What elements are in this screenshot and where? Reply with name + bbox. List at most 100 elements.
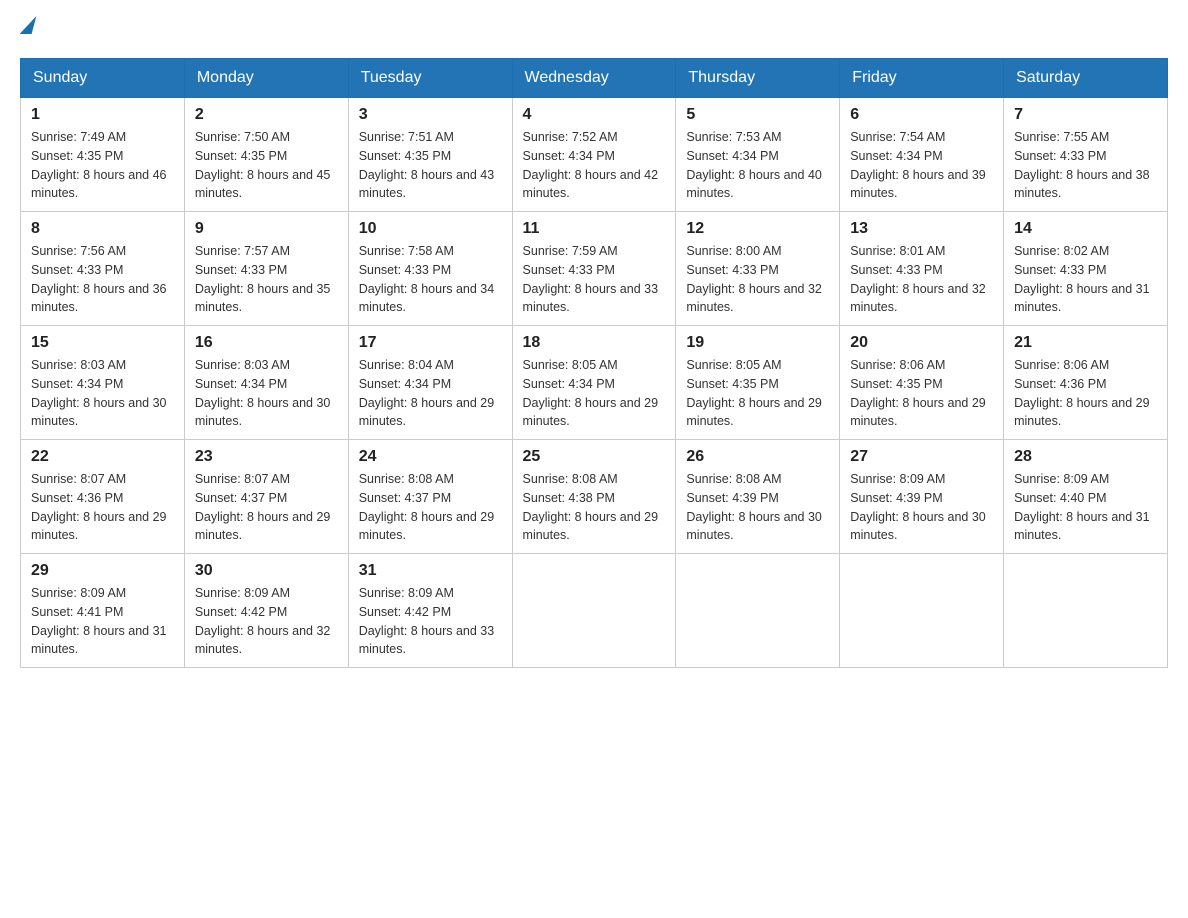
day-info: Sunrise: 8:01 AMSunset: 4:33 PMDaylight:… — [850, 244, 986, 314]
header-monday: Monday — [184, 59, 348, 98]
calendar-cell: 30 Sunrise: 8:09 AMSunset: 4:42 PMDaylig… — [184, 554, 348, 668]
calendar-cell: 16 Sunrise: 8:03 AMSunset: 4:34 PMDaylig… — [184, 326, 348, 440]
day-number: 30 — [195, 562, 338, 580]
page-header — [20, 20, 1168, 38]
calendar-cell: 4 Sunrise: 7:52 AMSunset: 4:34 PMDayligh… — [512, 98, 676, 212]
day-number: 9 — [195, 220, 338, 238]
day-info: Sunrise: 8:08 AMSunset: 4:37 PMDaylight:… — [359, 472, 495, 542]
day-info: Sunrise: 8:05 AMSunset: 4:35 PMDaylight:… — [686, 358, 822, 428]
calendar-cell — [840, 554, 1004, 668]
calendar-cell — [512, 554, 676, 668]
day-number: 28 — [1014, 448, 1157, 466]
calendar-cell: 8 Sunrise: 7:56 AMSunset: 4:33 PMDayligh… — [21, 212, 185, 326]
logo — [20, 20, 34, 38]
calendar-cell: 6 Sunrise: 7:54 AMSunset: 4:34 PMDayligh… — [840, 98, 1004, 212]
day-number: 23 — [195, 448, 338, 466]
calendar-week-5: 29 Sunrise: 8:09 AMSunset: 4:41 PMDaylig… — [21, 554, 1168, 668]
calendar-week-2: 8 Sunrise: 7:56 AMSunset: 4:33 PMDayligh… — [21, 212, 1168, 326]
calendar-cell: 2 Sunrise: 7:50 AMSunset: 4:35 PMDayligh… — [184, 98, 348, 212]
calendar-header-row: SundayMondayTuesdayWednesdayThursdayFrid… — [21, 59, 1168, 98]
day-number: 18 — [523, 334, 666, 352]
calendar-cell: 19 Sunrise: 8:05 AMSunset: 4:35 PMDaylig… — [676, 326, 840, 440]
calendar-cell: 14 Sunrise: 8:02 AMSunset: 4:33 PMDaylig… — [1004, 212, 1168, 326]
day-number: 7 — [1014, 106, 1157, 124]
calendar-cell: 31 Sunrise: 8:09 AMSunset: 4:42 PMDaylig… — [348, 554, 512, 668]
day-info: Sunrise: 8:09 AMSunset: 4:42 PMDaylight:… — [195, 586, 331, 656]
header-saturday: Saturday — [1004, 59, 1168, 98]
day-info: Sunrise: 7:55 AMSunset: 4:33 PMDaylight:… — [1014, 130, 1150, 200]
calendar-week-1: 1 Sunrise: 7:49 AMSunset: 4:35 PMDayligh… — [21, 98, 1168, 212]
day-info: Sunrise: 8:04 AMSunset: 4:34 PMDaylight:… — [359, 358, 495, 428]
day-number: 11 — [523, 220, 666, 238]
day-number: 20 — [850, 334, 993, 352]
calendar-cell: 23 Sunrise: 8:07 AMSunset: 4:37 PMDaylig… — [184, 440, 348, 554]
day-info: Sunrise: 8:08 AMSunset: 4:38 PMDaylight:… — [523, 472, 659, 542]
day-info: Sunrise: 8:06 AMSunset: 4:35 PMDaylight:… — [850, 358, 986, 428]
calendar-cell: 13 Sunrise: 8:01 AMSunset: 4:33 PMDaylig… — [840, 212, 1004, 326]
day-number: 6 — [850, 106, 993, 124]
calendar-cell: 9 Sunrise: 7:57 AMSunset: 4:33 PMDayligh… — [184, 212, 348, 326]
calendar-cell: 18 Sunrise: 8:05 AMSunset: 4:34 PMDaylig… — [512, 326, 676, 440]
calendar-cell: 21 Sunrise: 8:06 AMSunset: 4:36 PMDaylig… — [1004, 326, 1168, 440]
day-info: Sunrise: 7:53 AMSunset: 4:34 PMDaylight:… — [686, 130, 822, 200]
day-info: Sunrise: 8:07 AMSunset: 4:36 PMDaylight:… — [31, 472, 167, 542]
day-info: Sunrise: 8:08 AMSunset: 4:39 PMDaylight:… — [686, 472, 822, 542]
day-info: Sunrise: 7:54 AMSunset: 4:34 PMDaylight:… — [850, 130, 986, 200]
calendar-cell: 1 Sunrise: 7:49 AMSunset: 4:35 PMDayligh… — [21, 98, 185, 212]
day-info: Sunrise: 7:57 AMSunset: 4:33 PMDaylight:… — [195, 244, 331, 314]
calendar-cell: 27 Sunrise: 8:09 AMSunset: 4:39 PMDaylig… — [840, 440, 1004, 554]
day-info: Sunrise: 7:59 AMSunset: 4:33 PMDaylight:… — [523, 244, 659, 314]
day-number: 8 — [31, 220, 174, 238]
day-number: 15 — [31, 334, 174, 352]
day-info: Sunrise: 7:51 AMSunset: 4:35 PMDaylight:… — [359, 130, 495, 200]
day-info: Sunrise: 8:03 AMSunset: 4:34 PMDaylight:… — [195, 358, 331, 428]
day-info: Sunrise: 7:49 AMSunset: 4:35 PMDaylight:… — [31, 130, 167, 200]
day-number: 21 — [1014, 334, 1157, 352]
day-number: 19 — [686, 334, 829, 352]
day-number: 12 — [686, 220, 829, 238]
calendar-cell — [676, 554, 840, 668]
day-info: Sunrise: 8:03 AMSunset: 4:34 PMDaylight:… — [31, 358, 167, 428]
day-info: Sunrise: 7:58 AMSunset: 4:33 PMDaylight:… — [359, 244, 495, 314]
day-number: 2 — [195, 106, 338, 124]
day-info: Sunrise: 7:50 AMSunset: 4:35 PMDaylight:… — [195, 130, 331, 200]
calendar-week-4: 22 Sunrise: 8:07 AMSunset: 4:36 PMDaylig… — [21, 440, 1168, 554]
day-number: 29 — [31, 562, 174, 580]
calendar-cell: 11 Sunrise: 7:59 AMSunset: 4:33 PMDaylig… — [512, 212, 676, 326]
calendar-cell: 26 Sunrise: 8:08 AMSunset: 4:39 PMDaylig… — [676, 440, 840, 554]
calendar-week-3: 15 Sunrise: 8:03 AMSunset: 4:34 PMDaylig… — [21, 326, 1168, 440]
calendar-cell: 12 Sunrise: 8:00 AMSunset: 4:33 PMDaylig… — [676, 212, 840, 326]
day-number: 10 — [359, 220, 502, 238]
calendar-table: SundayMondayTuesdayWednesdayThursdayFrid… — [20, 58, 1168, 668]
day-info: Sunrise: 8:06 AMSunset: 4:36 PMDaylight:… — [1014, 358, 1150, 428]
day-number: 27 — [850, 448, 993, 466]
day-number: 25 — [523, 448, 666, 466]
day-info: Sunrise: 7:52 AMSunset: 4:34 PMDaylight:… — [523, 130, 659, 200]
day-number: 3 — [359, 106, 502, 124]
calendar-cell: 15 Sunrise: 8:03 AMSunset: 4:34 PMDaylig… — [21, 326, 185, 440]
day-number: 16 — [195, 334, 338, 352]
calendar-cell: 20 Sunrise: 8:06 AMSunset: 4:35 PMDaylig… — [840, 326, 1004, 440]
header-thursday: Thursday — [676, 59, 840, 98]
header-tuesday: Tuesday — [348, 59, 512, 98]
day-info: Sunrise: 8:09 AMSunset: 4:41 PMDaylight:… — [31, 586, 167, 656]
calendar-cell: 5 Sunrise: 7:53 AMSunset: 4:34 PMDayligh… — [676, 98, 840, 212]
header-sunday: Sunday — [21, 59, 185, 98]
day-number: 26 — [686, 448, 829, 466]
calendar-cell — [1004, 554, 1168, 668]
day-number: 24 — [359, 448, 502, 466]
day-info: Sunrise: 8:09 AMSunset: 4:39 PMDaylight:… — [850, 472, 986, 542]
day-info: Sunrise: 8:00 AMSunset: 4:33 PMDaylight:… — [686, 244, 822, 314]
calendar-cell: 28 Sunrise: 8:09 AMSunset: 4:40 PMDaylig… — [1004, 440, 1168, 554]
calendar-cell: 3 Sunrise: 7:51 AMSunset: 4:35 PMDayligh… — [348, 98, 512, 212]
calendar-cell: 29 Sunrise: 8:09 AMSunset: 4:41 PMDaylig… — [21, 554, 185, 668]
day-number: 13 — [850, 220, 993, 238]
day-number: 17 — [359, 334, 502, 352]
day-info: Sunrise: 8:09 AMSunset: 4:42 PMDaylight:… — [359, 586, 495, 656]
calendar-cell: 17 Sunrise: 8:04 AMSunset: 4:34 PMDaylig… — [348, 326, 512, 440]
calendar-cell: 7 Sunrise: 7:55 AMSunset: 4:33 PMDayligh… — [1004, 98, 1168, 212]
day-info: Sunrise: 8:02 AMSunset: 4:33 PMDaylight:… — [1014, 244, 1150, 314]
day-info: Sunrise: 7:56 AMSunset: 4:33 PMDaylight:… — [31, 244, 167, 314]
logo-triangle-icon — [20, 16, 37, 34]
day-number: 22 — [31, 448, 174, 466]
